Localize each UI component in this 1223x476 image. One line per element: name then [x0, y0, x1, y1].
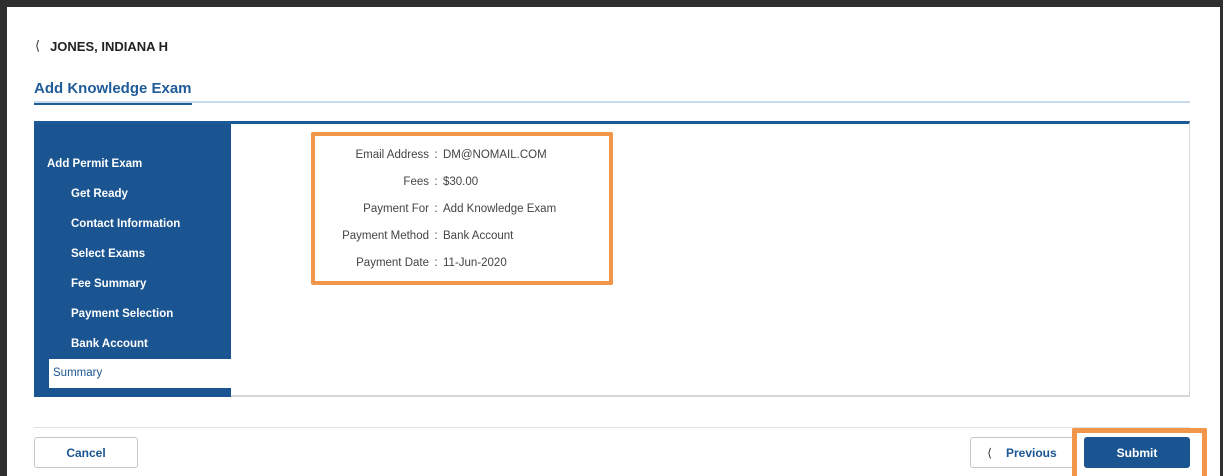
- sidebar-item-bank-account[interactable]: Bank Account: [34, 329, 231, 359]
- sidebar-header: Add Permit Exam: [47, 158, 143, 170]
- chevron-left-icon: ⟨: [987, 445, 992, 460]
- cancel-button[interactable]: Cancel: [34, 437, 138, 468]
- payment-for-label: Payment For: [363, 203, 429, 215]
- sidebar-item-summary[interactable]: Summary: [49, 359, 231, 388]
- title-divider: [34, 101, 1190, 103]
- fees-label: Fees: [403, 176, 429, 188]
- separator: :: [434, 257, 438, 269]
- chevron-left-icon: ⟨: [35, 38, 41, 53]
- sidebar-item-payment-selection[interactable]: Payment Selection: [34, 299, 231, 329]
- separator: :: [434, 149, 438, 161]
- summary-row-payment-for: Payment For : Add Knowledge Exam: [316, 198, 606, 225]
- summary-row-email: Email Address : DM@NOMAIL.COM: [316, 144, 606, 171]
- separator: :: [434, 176, 438, 188]
- payment-for-value: Add Knowledge Exam: [443, 203, 557, 215]
- sidebar-item-get-ready[interactable]: Get Ready: [34, 179, 231, 209]
- payment-date-label: Payment Date: [356, 257, 429, 269]
- separator: :: [434, 230, 438, 242]
- payment-method-label: Payment Method: [342, 230, 429, 242]
- summary-row-payment-method: Payment Method : Bank Account: [316, 225, 606, 252]
- email-value: DM@NOMAIL.COM: [443, 149, 547, 161]
- separator: :: [434, 203, 438, 215]
- payment-summary: Email Address : DM@NOMAIL.COM Fees : $30…: [316, 144, 606, 279]
- previous-button-label: Previous: [1005, 445, 1057, 460]
- previous-button[interactable]: ⟨ Previous: [970, 437, 1074, 468]
- summary-row-payment-date: Payment Date : 11-Jun-2020: [316, 252, 606, 279]
- summary-row-fees: Fees : $30.00: [316, 171, 606, 198]
- sidebar-item-contact-information[interactable]: Contact Information: [34, 209, 231, 239]
- email-label: Email Address: [355, 149, 429, 161]
- fees-value: $30.00: [443, 176, 479, 188]
- sidebar-item-fee-summary[interactable]: Fee Summary: [34, 269, 231, 299]
- submit-button[interactable]: Submit: [1084, 437, 1190, 468]
- sidebar-item-select-exams[interactable]: Select Exams: [34, 239, 231, 269]
- payment-method-value: Bank Account: [443, 230, 514, 242]
- back-link[interactable]: ⟨ JONES, INDIANA H: [35, 38, 168, 54]
- footer-divider: [34, 427, 1190, 428]
- back-link-label: JONES, INDIANA H: [50, 38, 169, 54]
- step-sidebar: Add Permit Exam Get Ready Contact Inform…: [34, 124, 231, 397]
- payment-date-value: 11-Jun-2020: [443, 257, 507, 269]
